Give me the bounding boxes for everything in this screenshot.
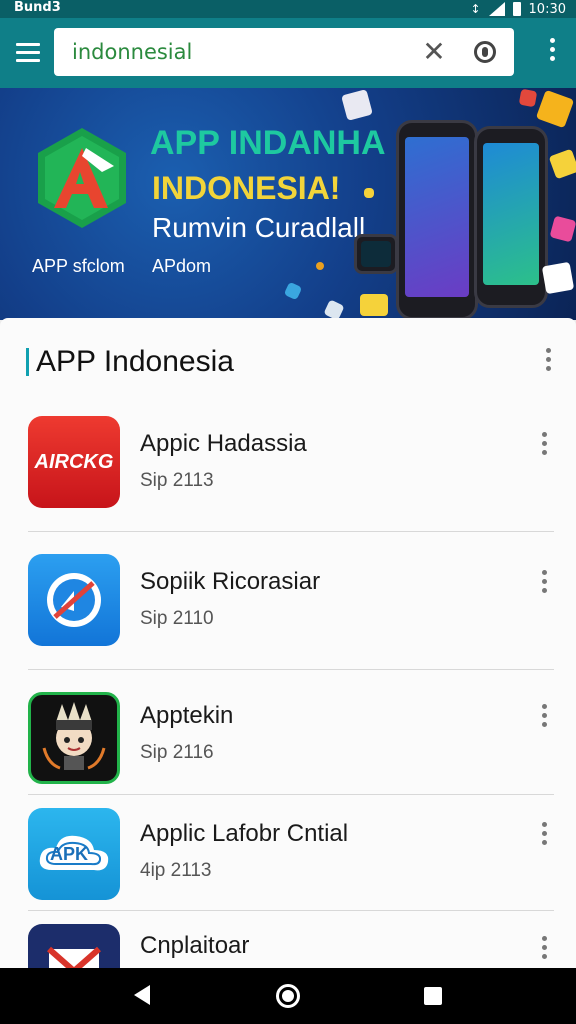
character-face-icon <box>42 702 106 770</box>
floating-app-tile <box>341 89 373 121</box>
section-title: APP Indonesia <box>36 345 234 378</box>
gmail-style-icon <box>28 924 120 968</box>
floating-app-tile <box>323 299 345 320</box>
app-name: Apptekin <box>140 702 234 729</box>
recents-icon[interactable] <box>424 987 442 1005</box>
section-accent-bar <box>26 348 29 376</box>
item-more-icon[interactable] <box>540 936 548 964</box>
list-item[interactable]: Sopiik Ricorasiar Sip 2110 <box>0 552 576 670</box>
section-more-icon[interactable] <box>544 348 552 376</box>
app-name: Appic Hadassia <box>140 430 307 457</box>
status-bar: Bund3 ↕ 10:30 <box>0 0 576 18</box>
banner-caption-right: APdom <box>152 256 212 276</box>
divider <box>28 910 554 911</box>
banner-caption-left: APP sfclom <box>32 256 125 276</box>
app-list-card: APP Indonesia AIRCKG Appic Hadassia Sip … <box>0 318 576 968</box>
mail-icon <box>47 946 101 968</box>
item-more-icon[interactable] <box>540 570 548 598</box>
watch-illustration <box>354 234 398 274</box>
item-more-icon[interactable] <box>540 704 548 732</box>
item-more-icon[interactable] <box>540 432 548 460</box>
divider <box>28 794 554 795</box>
close-icon[interactable]: ✕ <box>420 36 448 68</box>
app-meta: Sip 2116 <box>140 742 214 763</box>
list-item[interactable]: APK Applic Lafobr Cntial 4ip 2113 <box>0 806 576 912</box>
app-meta: 4ip 2113 <box>140 860 212 881</box>
app-name: Sopiik Ricorasiar <box>140 568 321 595</box>
floating-app-tile <box>518 88 538 108</box>
back-icon[interactable] <box>134 985 150 1005</box>
search-input[interactable] <box>72 38 412 66</box>
floating-app-tile <box>541 261 575 295</box>
banner-title: APP INDANHA <box>150 124 386 162</box>
voice-search-icon[interactable] <box>474 41 496 63</box>
battery-icon <box>512 2 521 16</box>
app-meta: Sip 2113 <box>140 470 214 491</box>
floating-app-tile <box>548 148 576 180</box>
promo-banner[interactable]: APP INDANHA INDONESIA! Rumvin Curadlall … <box>0 88 576 320</box>
cloud-apk-icon: APK <box>28 808 120 900</box>
status-time: 10:30 <box>528 1 566 17</box>
list-item[interactable]: AIRCKG Appic Hadassia Sip 2113 <box>0 414 576 532</box>
overflow-menu-icon[interactable] <box>548 38 556 68</box>
status-carrier: Bund3 <box>14 0 61 15</box>
banner-tagline: Rumvin Curadlall <box>152 212 366 243</box>
home-icon[interactable] <box>276 984 300 1008</box>
app-name: Cnplaitoar <box>140 932 250 959</box>
app-meta: Sip 2110 <box>140 608 214 629</box>
floating-app-tile <box>364 188 374 198</box>
floating-app-tile <box>283 281 303 301</box>
list-item[interactable]: Cnplaitoar <box>0 922 576 968</box>
signal-icon <box>488 2 505 16</box>
top-app-bar: ✕ <box>0 18 576 88</box>
floating-app-tile <box>549 215 576 243</box>
floating-app-tile <box>535 89 575 129</box>
status-icons: ↕ 10:30 <box>470 0 566 18</box>
item-more-icon[interactable] <box>540 822 548 850</box>
app-logo-icon <box>38 128 126 228</box>
app-icon-label: APK <box>50 844 89 864</box>
floating-app-tile <box>316 262 324 270</box>
section-header: APP Indonesia <box>26 344 556 384</box>
app-icon-label: AIRCKG <box>34 450 114 473</box>
banner-subtitle: INDONESIA! <box>152 170 341 206</box>
phone-illustration <box>396 120 478 320</box>
blue-circle-slash-icon <box>28 554 120 646</box>
list-item[interactable]: Apptekin Sip 2116 <box>0 690 576 794</box>
anime-character-icon <box>28 692 120 784</box>
divider <box>28 669 554 670</box>
menu-icon[interactable] <box>16 43 40 63</box>
circle-slash-icon <box>47 573 101 627</box>
app-name: Applic Lafobr Cntial <box>140 820 349 847</box>
floating-app-tile <box>360 294 388 316</box>
phone-illustration <box>474 126 548 308</box>
system-nav-bar <box>0 968 576 1024</box>
divider <box>28 531 554 532</box>
vibrate-icon: ↕ <box>470 2 481 16</box>
red-tile-icon: AIRCKG <box>28 416 120 508</box>
search-box: ✕ <box>54 28 514 76</box>
